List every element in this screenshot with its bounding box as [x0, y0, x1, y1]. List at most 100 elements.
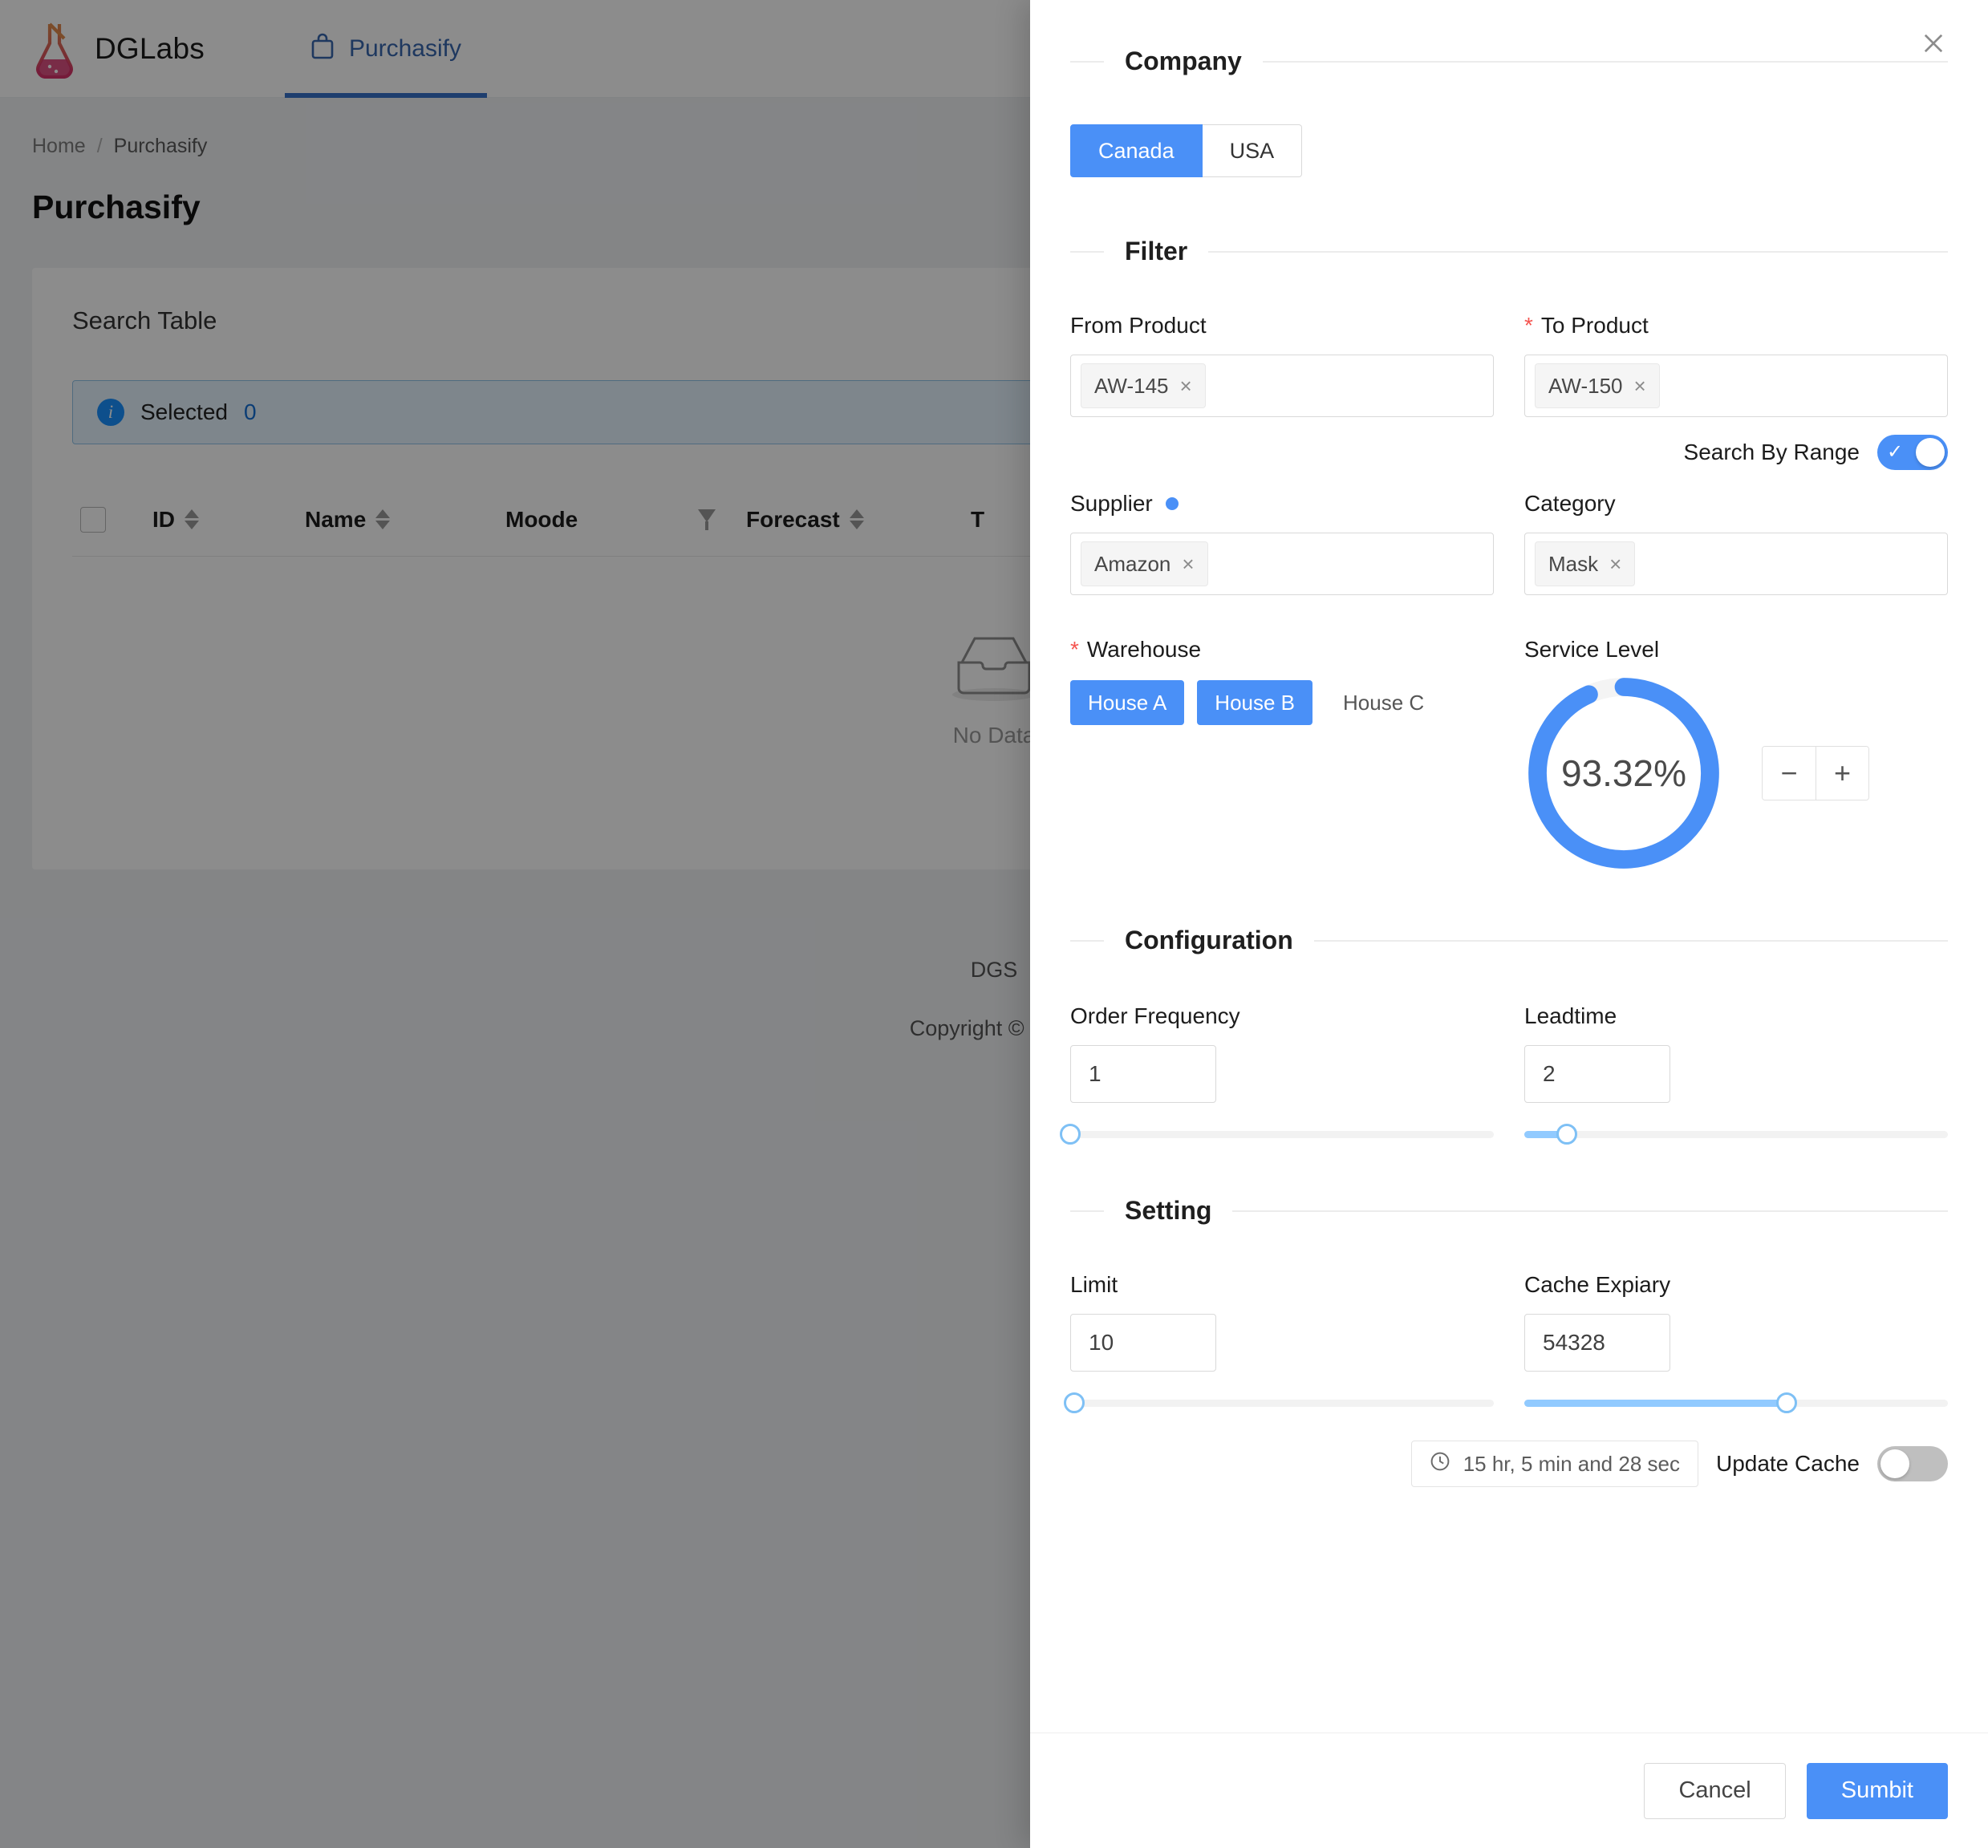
supplier-select[interactable]: Amazon ×: [1070, 533, 1494, 595]
divider-line: [1314, 940, 1948, 942]
section-setting-header: Setting: [1070, 1196, 1948, 1226]
product-range-row: From Product AW-145 × * To Product: [1070, 313, 1948, 470]
drawer-footer: Cancel Sumbit: [1030, 1732, 1988, 1848]
supplier-tag-label: Amazon: [1094, 552, 1170, 577]
divider-line: [1263, 61, 1948, 63]
supplier-tag[interactable]: Amazon ×: [1081, 541, 1208, 586]
update-cache-toggle[interactable]: [1877, 1446, 1948, 1481]
toggle-knob: [1880, 1449, 1909, 1478]
filter-drawer: Company Canada USA Filter: [1030, 0, 1988, 1848]
supplier-field: Supplier Amazon ×: [1070, 491, 1494, 595]
order-frequency-field: Order Frequency 1: [1070, 1003, 1494, 1145]
warehouse-option-house-b[interactable]: House B: [1197, 680, 1312, 725]
category-tag-label: Mask: [1548, 552, 1598, 577]
search-by-range-label: Search By Range: [1684, 440, 1860, 465]
supplier-label-wrap: Supplier: [1070, 491, 1494, 517]
search-by-range-toggle[interactable]: ✓: [1877, 435, 1948, 470]
leadtime-field: Leadtime 2: [1524, 1003, 1948, 1145]
category-label-wrap: Category: [1524, 491, 1948, 517]
cache-expiary-label-wrap: Cache Expiary: [1524, 1272, 1948, 1298]
order-frequency-label: Order Frequency: [1070, 1003, 1240, 1029]
service-level-stepper: − +: [1762, 746, 1869, 800]
from-product-select[interactable]: AW-145 ×: [1070, 355, 1494, 417]
leadtime-label: Leadtime: [1524, 1003, 1617, 1029]
close-icon[interactable]: [1908, 18, 1959, 69]
cache-controls-row: 15 hr, 5 min and 28 sec Update Cache: [1070, 1441, 1948, 1487]
section-configuration-header: Configuration: [1070, 926, 1948, 955]
service-level-control: 93.32% − +: [1524, 674, 1948, 873]
service-level-label: Service Level: [1524, 637, 1659, 663]
slider-fill: [1524, 1400, 1787, 1407]
slider-track: [1070, 1400, 1494, 1407]
slider-track: [1070, 1131, 1494, 1138]
to-product-select[interactable]: AW-150 ×: [1524, 355, 1948, 417]
supplier-label: Supplier: [1070, 491, 1153, 517]
company-option-usa[interactable]: USA: [1203, 124, 1303, 177]
slider-handle[interactable]: [1060, 1124, 1081, 1145]
company-radio-group: Canada USA: [1070, 124, 1948, 177]
warehouse-option-house-a[interactable]: House A: [1070, 680, 1184, 725]
category-select[interactable]: Mask ×: [1524, 533, 1948, 595]
service-level-field: Service Level 93.32% − +: [1524, 637, 1948, 873]
warehouse-option-house-b-label: House B: [1215, 691, 1295, 715]
warehouse-service-row: * Warehouse House A House B House C: [1070, 637, 1948, 873]
company-option-canada[interactable]: Canada: [1070, 124, 1203, 177]
to-product-tag[interactable]: AW-150 ×: [1535, 363, 1660, 408]
supplier-status-dot-icon: [1166, 497, 1179, 510]
slider-handle[interactable]: [1064, 1392, 1085, 1413]
leadtime-input[interactable]: 2: [1524, 1045, 1670, 1103]
slider-track: [1524, 1131, 1948, 1138]
limit-input[interactable]: 10: [1070, 1314, 1216, 1372]
to-product-tag-label: AW-150: [1548, 374, 1623, 399]
slider-handle[interactable]: [1776, 1392, 1797, 1413]
cache-timer-text: 15 hr, 5 min and 28 sec: [1463, 1452, 1680, 1477]
update-cache-label: Update Cache: [1716, 1451, 1860, 1477]
warehouse-label: Warehouse: [1087, 637, 1201, 663]
to-product-label: To Product: [1541, 313, 1649, 338]
service-level-value: 93.32%: [1524, 674, 1723, 873]
limit-label: Limit: [1070, 1272, 1118, 1298]
remove-tag-icon[interactable]: ×: [1634, 374, 1646, 399]
slider-handle[interactable]: [1556, 1124, 1577, 1145]
supplier-category-row: Supplier Amazon × Category: [1070, 491, 1948, 595]
order-frequency-slider[interactable]: [1070, 1124, 1494, 1145]
section-configuration-title: Configuration: [1104, 926, 1314, 955]
divider-dash: [1070, 1210, 1104, 1212]
cache-expiary-slider[interactable]: [1524, 1392, 1948, 1413]
drawer-body: Company Canada USA Filter: [1030, 0, 1988, 1732]
leadtime-slider[interactable]: [1524, 1124, 1948, 1145]
limit-slider[interactable]: [1070, 1392, 1494, 1413]
service-level-progress-ring: 93.32%: [1524, 674, 1723, 873]
divider-dash: [1070, 61, 1104, 63]
divider-line: [1232, 1210, 1948, 1212]
clock-icon: [1430, 1451, 1450, 1477]
company-option-canada-label: Canada: [1098, 139, 1175, 164]
remove-tag-icon[interactable]: ×: [1180, 374, 1192, 399]
cache-expiary-label: Cache Expiary: [1524, 1272, 1670, 1298]
warehouse-options: House A House B House C: [1070, 680, 1494, 725]
remove-tag-icon[interactable]: ×: [1609, 552, 1621, 577]
cache-expiary-input[interactable]: 54328: [1524, 1314, 1670, 1372]
service-level-increment-button[interactable]: +: [1816, 747, 1868, 800]
service-level-decrement-button[interactable]: −: [1763, 747, 1816, 800]
limit-field: Limit 10: [1070, 1272, 1494, 1413]
submit-button[interactable]: Sumbit: [1807, 1763, 1948, 1819]
service-level-label-wrap: Service Level: [1524, 637, 1948, 663]
remove-tag-icon[interactable]: ×: [1182, 552, 1194, 577]
from-product-tag[interactable]: AW-145 ×: [1081, 363, 1206, 408]
order-frequency-label-wrap: Order Frequency: [1070, 1003, 1494, 1029]
section-setting-title: Setting: [1104, 1196, 1232, 1226]
warehouse-option-house-c[interactable]: House C: [1325, 680, 1442, 725]
warehouse-field: * Warehouse House A House B House C: [1070, 637, 1494, 873]
check-icon: ✓: [1887, 443, 1903, 462]
screen: DGLabs Purchasify Home / Purchasify: [0, 0, 1988, 1848]
category-tag[interactable]: Mask ×: [1535, 541, 1635, 586]
to-product-field: * To Product AW-150 × Search By Range ✓: [1524, 313, 1948, 470]
cancel-button[interactable]: Cancel: [1644, 1763, 1785, 1819]
toggle-knob: [1916, 438, 1945, 467]
warehouse-option-house-a-label: House A: [1088, 691, 1166, 715]
order-frequency-input[interactable]: 1: [1070, 1045, 1216, 1103]
setting-row: Limit 10 Cache Expiary 54328: [1070, 1272, 1948, 1413]
leadtime-label-wrap: Leadtime: [1524, 1003, 1948, 1029]
divider-dash: [1070, 251, 1104, 253]
